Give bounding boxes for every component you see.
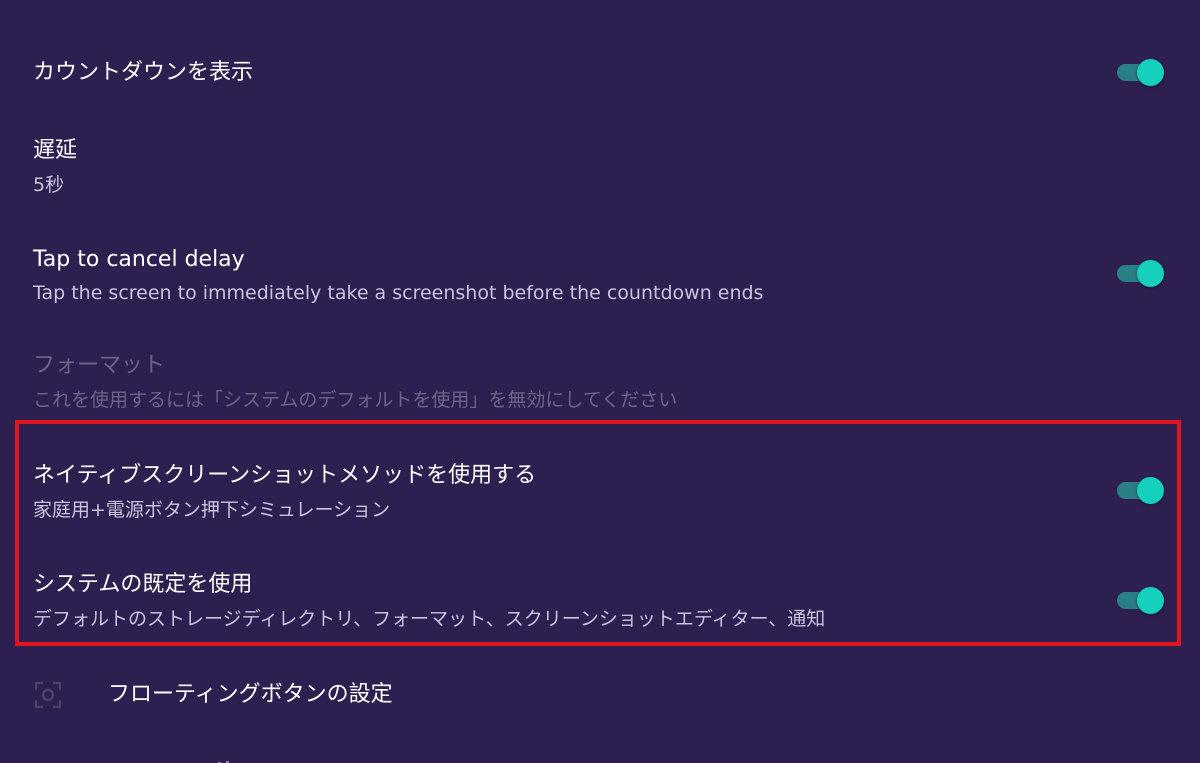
tap-to-cancel-summary: Tap the screen to immediately take a scr… bbox=[33, 282, 764, 304]
tap-to-cancel-title: Tap to cancel delay bbox=[33, 247, 245, 272]
show-countdown-switch[interactable] bbox=[1116, 57, 1166, 87]
native-method-switch[interactable] bbox=[1116, 475, 1166, 505]
system-default-switch[interactable] bbox=[1116, 585, 1166, 615]
floating-button-icon bbox=[34, 681, 62, 709]
system-default-title: システムの既定を使用 bbox=[33, 572, 253, 597]
system-default-summary: デフォルトのストレージディレクトリ、フォーマット、スクリーンショットエディター、… bbox=[33, 608, 826, 630]
native-method-title: ネイティブスクリーンショットメソッドを使用する bbox=[33, 463, 537, 488]
setting-format: フォーマット これを使用するには「システムのデフォルトを使用」を無効にしてくださ… bbox=[0, 340, 1200, 422]
partial-text-glyphs bbox=[218, 761, 229, 763]
setting-floating-button[interactable]: フローティングボタンの設定 bbox=[0, 650, 1200, 750]
setting-native-screenshot-method[interactable]: ネイティブスクリーンショットメソッドを使用する 家庭用+電源ボタン押下シミュレー… bbox=[0, 425, 1200, 535]
switch-thumb bbox=[1137, 477, 1164, 504]
switch-thumb bbox=[1137, 587, 1164, 614]
setting-delay[interactable]: 遅延 5秒 bbox=[0, 120, 1200, 225]
setting-tap-to-cancel-delay[interactable]: Tap to cancel delay Tap the screen to im… bbox=[0, 225, 1200, 340]
delay-value: 5秒 bbox=[33, 174, 65, 196]
delay-title: 遅延 bbox=[33, 138, 78, 163]
switch-thumb bbox=[1137, 59, 1164, 86]
native-method-summary: 家庭用+電源ボタン押下シミュレーション bbox=[33, 499, 391, 521]
format-summary: これを使用するには「システムのデフォルトを使用」を無効にしてください bbox=[33, 389, 678, 411]
setting-show-countdown[interactable]: カウントダウンを表示 bbox=[0, 0, 1200, 120]
next-setting-partial bbox=[108, 752, 288, 763]
setting-use-system-default[interactable]: システムの既定を使用 デフォルトのストレージディレクトリ、フォーマット、スクリー… bbox=[0, 535, 1200, 645]
floating-button-label: フローティングボタンの設定 bbox=[108, 682, 393, 707]
show-countdown-title: カウントダウンを表示 bbox=[33, 60, 254, 85]
format-title: フォーマット bbox=[33, 353, 166, 378]
tap-to-cancel-switch[interactable] bbox=[1116, 258, 1166, 288]
switch-thumb bbox=[1137, 260, 1164, 287]
